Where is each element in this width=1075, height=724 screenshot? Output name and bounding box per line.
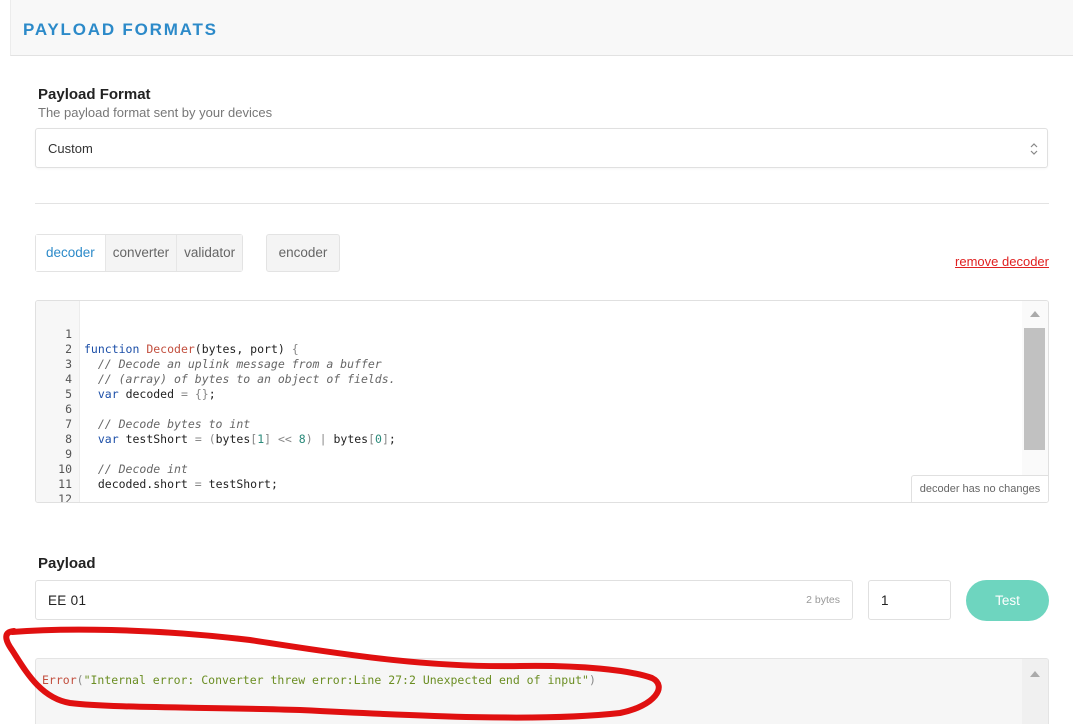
code-line: 10 decoded.short = testShort; xyxy=(36,447,1021,491)
tab-converter[interactable]: converter xyxy=(104,235,177,271)
page-title: PAYLOAD FORMATS xyxy=(23,20,218,39)
payload-format-select[interactable]: Custom xyxy=(35,128,1048,168)
scroll-up-arrow-icon[interactable] xyxy=(1030,671,1040,677)
code-line: 12 return decoded; xyxy=(36,477,1021,502)
payload-format-help: The payload format sent by your devices xyxy=(38,105,273,120)
section-header: PAYLOAD FORMATS xyxy=(10,0,1073,56)
remove-decoder-link[interactable]: remove decoder xyxy=(955,254,1049,269)
editor-status-badge: decoder has no changes xyxy=(911,475,1048,502)
code-line: 6 // Decode bytes to int xyxy=(36,387,1021,431)
select-arrows-icon xyxy=(1030,143,1038,155)
converter-tabs: decoder converter validator xyxy=(35,234,244,272)
payload-format-label: Payload Format xyxy=(38,86,151,103)
open-paren: ( xyxy=(76,673,84,687)
test-button[interactable]: Test xyxy=(966,580,1049,621)
test-result-output: Error("Internal error: Converter threw e… xyxy=(35,658,1049,724)
error-message: "Internal error: Converter threw error:L… xyxy=(83,673,589,687)
tab-decoder[interactable]: decoder xyxy=(36,235,105,271)
code-editor[interactable]: 1 function Decoder(bytes, port) { 2 // D… xyxy=(35,300,1049,503)
tab-encoder[interactable]: encoder xyxy=(266,234,340,272)
error-name: Error xyxy=(42,673,77,687)
code-line: 1 function Decoder(bytes, port) { xyxy=(36,312,1021,356)
code-line: 5 xyxy=(36,372,1021,401)
payload-format-selected-value: Custom xyxy=(48,141,93,156)
scrollbar-thumb[interactable] xyxy=(1024,328,1045,450)
editor-scrollbar[interactable] xyxy=(1022,301,1048,477)
byte-count: 2 bytes xyxy=(806,594,840,606)
code-line: 4 var decoded = {}; xyxy=(36,357,1021,401)
code-line: 8 xyxy=(36,417,1021,446)
payload-value: EE 01 xyxy=(48,593,87,608)
scroll-up-arrow-icon[interactable] xyxy=(1030,311,1040,317)
close-paren: ) xyxy=(588,673,596,687)
code-line: 3 // (array) of bytes to an object of fi… xyxy=(36,342,1021,386)
port-input[interactable]: 1 xyxy=(868,580,951,620)
payload-formats-page: PAYLOAD FORMATS Payload Format The paylo… xyxy=(0,0,1075,724)
code-line: 9 // Decode int xyxy=(36,432,1021,476)
port-value: 1 xyxy=(881,593,889,608)
payload-input[interactable]: EE 01 2 bytes xyxy=(35,580,853,620)
code-line: 11 xyxy=(36,462,1021,491)
result-scrollbar[interactable] xyxy=(1022,659,1048,724)
code-line: 7 var testShort = (bytes[1] << 8) | byte… xyxy=(36,402,1021,446)
tab-validator[interactable]: validator xyxy=(176,235,243,271)
error-output: Error("Internal error: Converter threw e… xyxy=(42,673,596,687)
code-line: 13 } xyxy=(36,492,1021,502)
code-area[interactable]: 1 function Decoder(bytes, port) { 2 // D… xyxy=(36,312,1021,502)
divider xyxy=(35,203,1049,204)
code-line: 2 // Decode an uplink message from a buf… xyxy=(36,327,1021,371)
payload-label: Payload xyxy=(38,555,96,572)
